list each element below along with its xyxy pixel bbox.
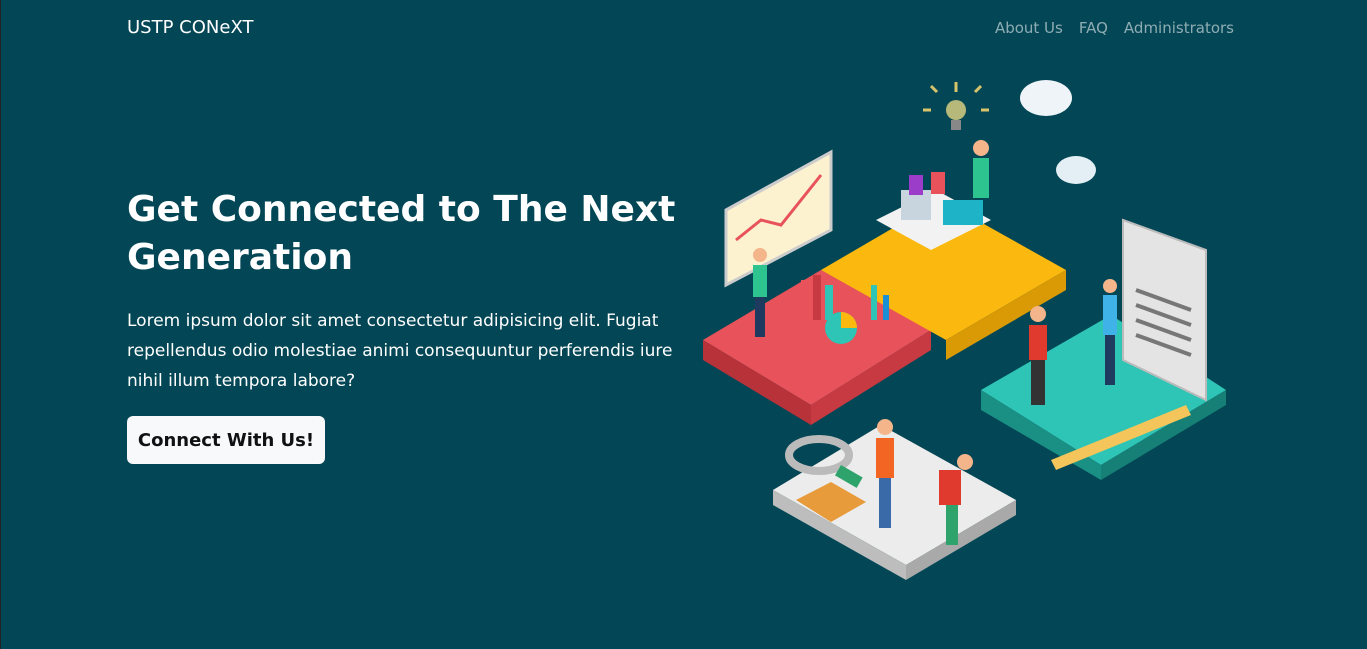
connect-button[interactable]: Connect With Us! <box>127 416 325 464</box>
main-nav: About Us FAQ Administrators <box>995 19 1234 37</box>
teamwork-puzzle-illustration <box>703 80 1226 580</box>
nav-faq[interactable]: FAQ <box>1079 19 1108 37</box>
nav-administrators[interactable]: Administrators <box>1124 19 1234 37</box>
hero-text: Lorem ipsum dolor sit amet consectetur a… <box>127 311 673 391</box>
nav-about-us[interactable]: About Us <box>995 19 1063 37</box>
hero-title: Get Connected to The Next Generation <box>127 189 676 278</box>
brand-logo[interactable]: USTP CONeXT <box>127 17 253 38</box>
